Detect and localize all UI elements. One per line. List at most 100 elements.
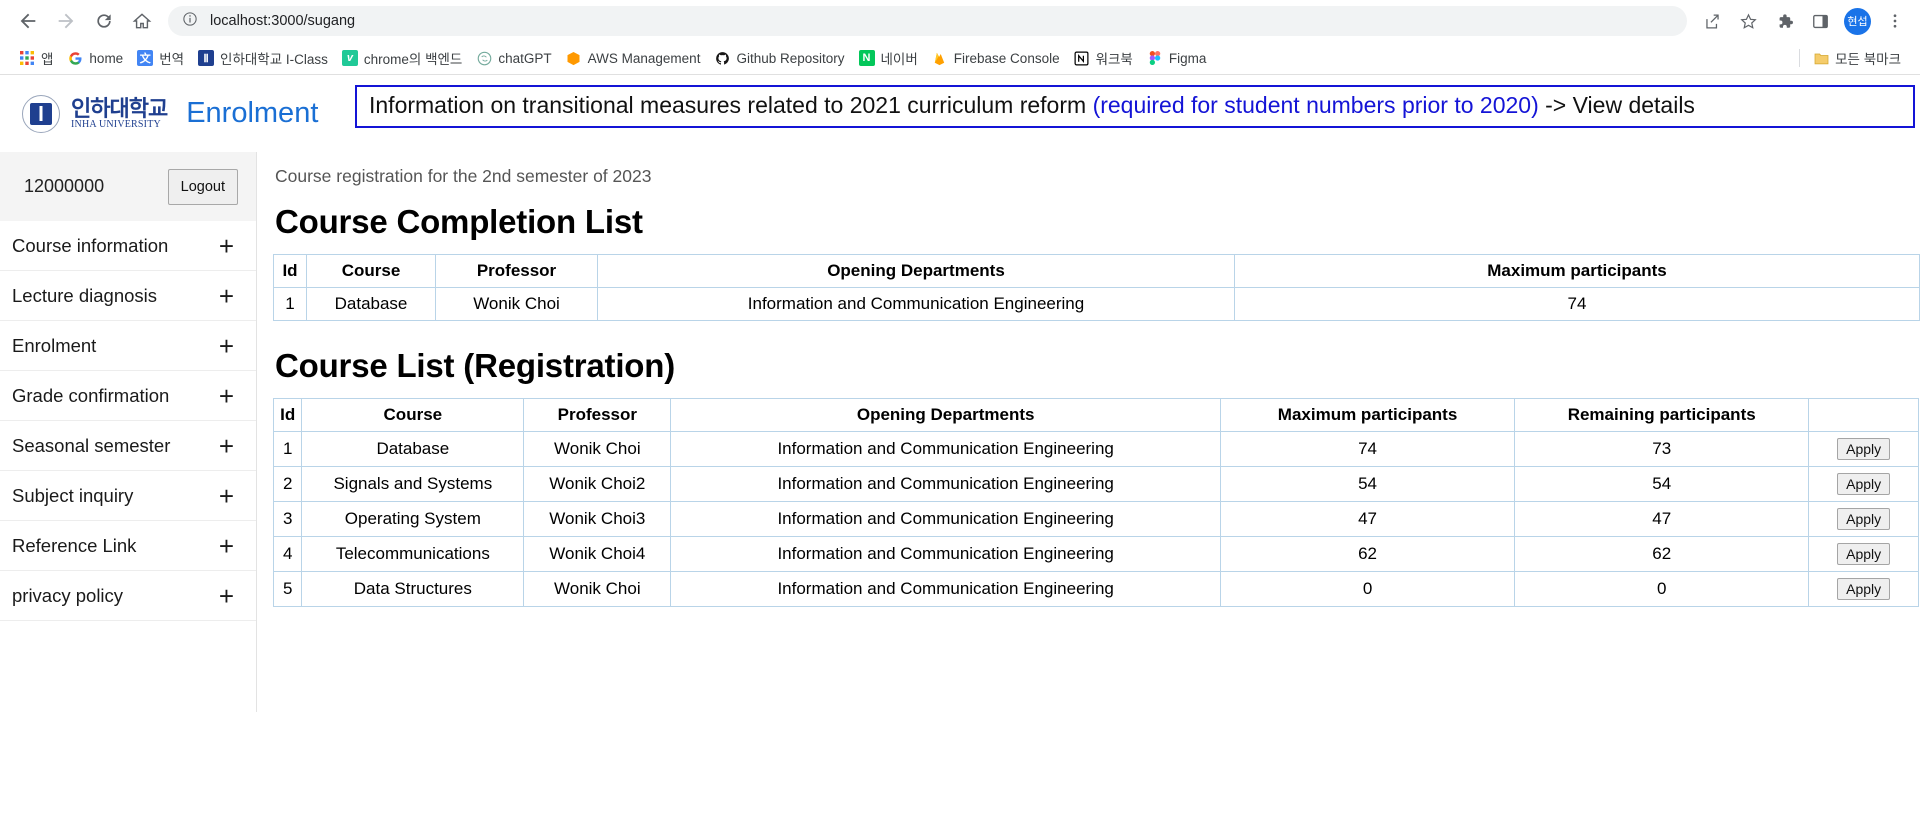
notice-banner[interactable]: Information on transitional measures rel… bbox=[355, 85, 1915, 129]
sidebar-item-label: Seasonal semester bbox=[12, 434, 171, 456]
cell-max-participants: 74 bbox=[1219, 431, 1516, 467]
cell-course: Database bbox=[301, 431, 525, 467]
cell-departments: Information and Communication Engineerin… bbox=[670, 501, 1221, 537]
bookmark-item-home[interactable]: home bbox=[60, 47, 130, 69]
address-bar-url: localhost:3000/sugang bbox=[210, 13, 356, 29]
column-header-max-participants: Maximum participants bbox=[1234, 254, 1920, 288]
plus-icon[interactable]: + bbox=[219, 233, 234, 259]
sidebar-item-label: privacy policy bbox=[12, 584, 124, 606]
bookmark-label: home bbox=[89, 50, 124, 66]
bookmark-item-chatgpt[interactable]: chatGPT bbox=[469, 47, 558, 69]
sidebar-item-grade-confirmation[interactable]: Grade confirmation + bbox=[0, 371, 256, 421]
body-wrapper: 12000000 Logout Course information + Lec… bbox=[0, 152, 1920, 712]
sidebar-item-subject-inquiry[interactable]: Subject inquiry + bbox=[0, 471, 256, 521]
cell-professor: Wonik Choi4 bbox=[523, 536, 672, 572]
sidebar-item-seasonal-semester[interactable]: Seasonal semester + bbox=[0, 421, 256, 471]
bookmark-label: Figma bbox=[1168, 50, 1207, 66]
column-header-remaining-participants: Remaining participants bbox=[1514, 398, 1810, 432]
table-row: 3 Operating System Wonik Choi3 Informati… bbox=[272, 501, 1919, 537]
cell-max-participants: 54 bbox=[1219, 466, 1516, 502]
apply-button[interactable]: Apply bbox=[1837, 543, 1891, 565]
share-icon[interactable] bbox=[1697, 6, 1727, 36]
side-panel-icon[interactable] bbox=[1805, 6, 1835, 36]
column-header-departments: Opening Departments bbox=[597, 254, 1235, 288]
bookmark-item-apps[interactable]: 앱 bbox=[12, 45, 60, 71]
forward-button[interactable] bbox=[48, 3, 84, 39]
apply-button[interactable]: Apply bbox=[1837, 508, 1891, 530]
profile-avatar[interactable]: 현섭 bbox=[1844, 7, 1871, 35]
reload-button[interactable] bbox=[86, 3, 122, 39]
all-bookmarks-label: 모든 북마크 bbox=[1835, 52, 1901, 67]
bookmark-item-github[interactable]: Github Repository bbox=[707, 47, 851, 69]
bookmark-item-translate[interactable]: 文 번역 bbox=[130, 45, 191, 71]
cell-remaining-participants: 73 bbox=[1514, 431, 1810, 467]
table-row: 1 Database Wonik Choi Information and Co… bbox=[273, 287, 1920, 321]
site-brand[interactable]: 인하대학교 INHA UNIVERSITY Enrolment bbox=[0, 94, 319, 133]
column-header-max-participants: Maximum participants bbox=[1219, 398, 1516, 432]
notice-text-part3: -> View details bbox=[1538, 92, 1695, 118]
bookmark-label: AWS Management bbox=[587, 50, 701, 66]
back-button[interactable] bbox=[10, 3, 46, 39]
bookmark-item-naver[interactable]: N 네이버 bbox=[852, 45, 925, 71]
plus-icon[interactable]: + bbox=[219, 483, 234, 509]
extensions-puzzle-icon[interactable] bbox=[1769, 6, 1799, 36]
column-header-professor: Professor bbox=[435, 254, 598, 288]
sidebar: 12000000 Logout Course information + Lec… bbox=[0, 152, 257, 712]
plus-icon[interactable]: + bbox=[219, 433, 234, 459]
bookmark-item-aws[interactable]: AWS Management bbox=[559, 47, 708, 69]
logout-button[interactable]: Logout bbox=[167, 168, 238, 205]
plus-icon[interactable]: + bbox=[219, 533, 234, 559]
bookmark-item-iclass[interactable]: Ⅱ 인하대학교 I-Class bbox=[191, 45, 335, 71]
semester-label: Course registration for the 2nd semester… bbox=[275, 166, 652, 186]
cell-remaining-participants: 0 bbox=[1514, 571, 1810, 607]
sidebar-item-reference-link[interactable]: Reference Link + bbox=[0, 521, 256, 571]
all-bookmarks-group: 모든 북마크 bbox=[1799, 45, 1908, 71]
plus-icon[interactable]: + bbox=[219, 333, 234, 359]
table-row: 4 Telecommunications Wonik Choi4 Informa… bbox=[272, 536, 1919, 572]
figma-icon bbox=[1147, 50, 1163, 66]
bookmark-item-velog[interactable]: v chrome의 백엔드 bbox=[335, 45, 469, 71]
plus-icon[interactable]: + bbox=[219, 383, 234, 409]
cell-professor: Wonik Choi2 bbox=[523, 466, 672, 502]
all-bookmarks-button[interactable]: 모든 북마크 bbox=[1806, 45, 1908, 71]
sidebar-item-enrolment[interactable]: Enrolment + bbox=[0, 321, 256, 371]
apply-button[interactable]: Apply bbox=[1837, 578, 1891, 600]
apps-grid-icon bbox=[19, 50, 35, 66]
home-button[interactable] bbox=[124, 3, 160, 39]
table-row: 2 Signals and Systems Wonik Choi2 Inform… bbox=[272, 466, 1919, 502]
bookmark-star-icon[interactable] bbox=[1733, 6, 1763, 36]
cell-id: 3 bbox=[272, 501, 303, 537]
user-panel: 12000000 Logout bbox=[0, 152, 256, 221]
notice-text-part1: Information on transitional measures rel… bbox=[369, 92, 1093, 118]
cell-professor: Wonik Choi3 bbox=[523, 501, 672, 537]
folder-icon bbox=[1813, 50, 1829, 66]
cell-departments: Information and Communication Engineerin… bbox=[597, 287, 1235, 321]
apply-button[interactable]: Apply bbox=[1837, 438, 1891, 460]
table-header-row: Id Course Professor Opening Departments … bbox=[272, 398, 1919, 432]
app-title: Enrolment bbox=[186, 97, 319, 129]
cell-course: Signals and Systems bbox=[301, 466, 525, 502]
velog-icon: v bbox=[341, 50, 358, 66]
course-completion-table: Id Course Professor Opening Departments … bbox=[273, 254, 1920, 321]
course-registration-table: Id Course Professor Opening Departments … bbox=[272, 398, 1919, 607]
site-info-icon[interactable] bbox=[182, 11, 198, 32]
column-header-departments: Opening Departments bbox=[670, 398, 1221, 432]
cell-id: 4 bbox=[272, 536, 303, 572]
bookmarks-divider bbox=[1799, 49, 1801, 67]
bookmark-item-notion[interactable]: 워크북 bbox=[1067, 45, 1140, 71]
bookmark-item-figma[interactable]: Figma bbox=[1140, 47, 1214, 69]
cell-max-participants: 74 bbox=[1234, 287, 1920, 321]
apply-button[interactable]: Apply bbox=[1837, 473, 1891, 495]
plus-icon[interactable]: + bbox=[219, 283, 234, 309]
cell-professor: Wonik Choi bbox=[523, 431, 672, 467]
column-header-id: Id bbox=[273, 254, 307, 288]
sidebar-item-lecture-diagnosis[interactable]: Lecture diagnosis + bbox=[0, 271, 256, 321]
address-bar[interactable]: localhost:3000/sugang bbox=[168, 6, 1687, 36]
bookmark-item-firebase[interactable]: Firebase Console bbox=[925, 47, 1067, 69]
bookmark-label: chatGPT bbox=[498, 50, 552, 66]
chrome-menu-icon[interactable] bbox=[1880, 6, 1910, 36]
sidebar-item-privacy-policy[interactable]: privacy policy + bbox=[0, 571, 256, 621]
plus-icon[interactable]: + bbox=[219, 583, 234, 609]
sidebar-item-label: Enrolment bbox=[12, 334, 97, 356]
sidebar-item-course-information[interactable]: Course information + bbox=[0, 221, 256, 271]
